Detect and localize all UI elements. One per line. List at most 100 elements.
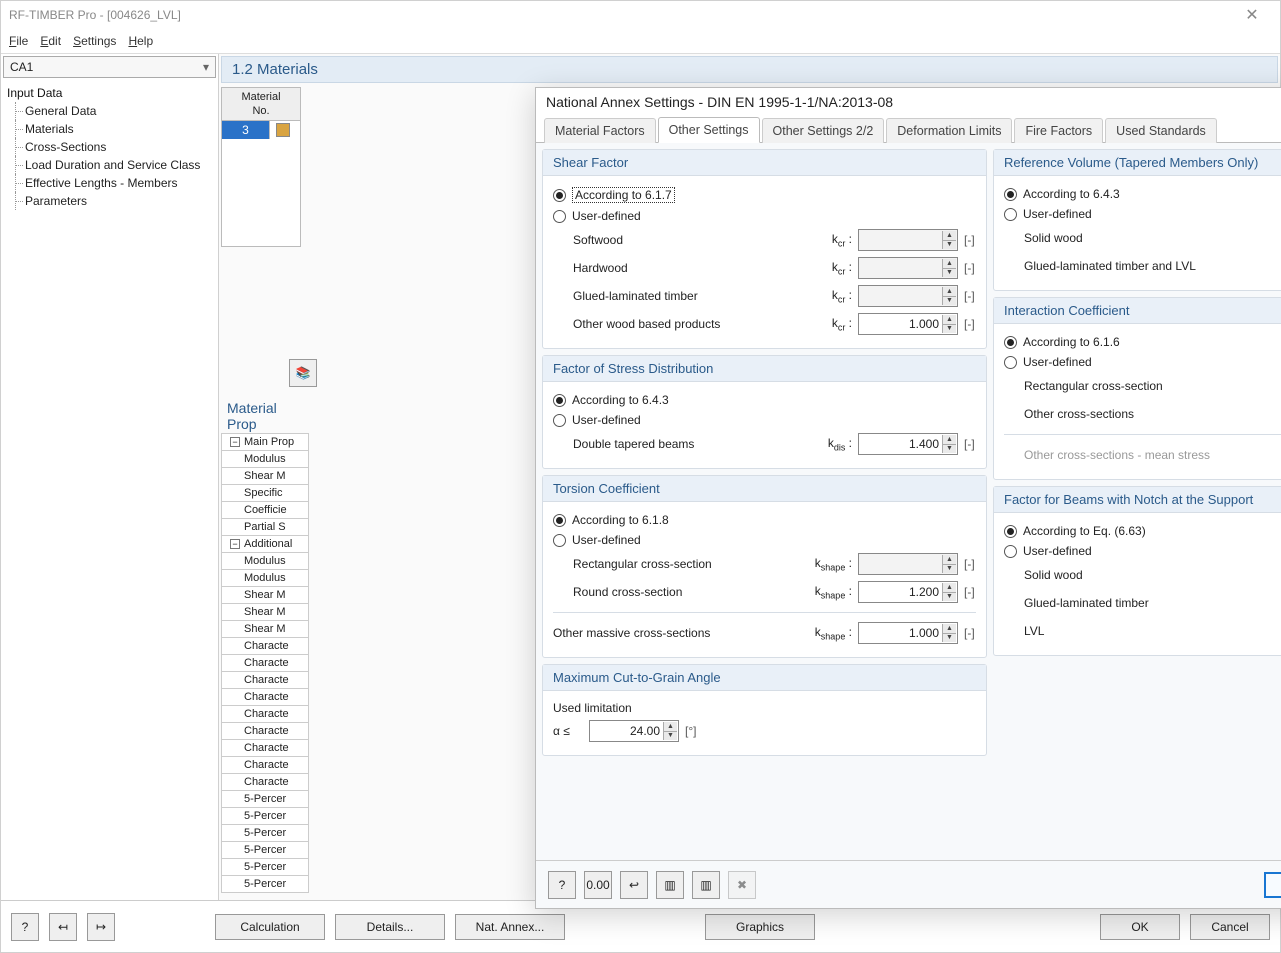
prop-row[interactable]: 5-Percer: [221, 824, 309, 842]
radio-icon: [553, 210, 566, 223]
radio-according-643[interactable]: According to 6.4.3: [1004, 184, 1281, 204]
prop-row[interactable]: −Main Prop: [221, 433, 309, 451]
dialog-tabs: Material Factors Other Settings Other Se…: [536, 116, 1281, 143]
prop-row[interactable]: Partial S: [221, 518, 309, 536]
prop-row[interactable]: 5-Percer: [221, 790, 309, 808]
input-kcr-glulam[interactable]: ▲▼: [858, 285, 958, 307]
forward-icon[interactable]: ↦: [87, 913, 115, 941]
graphics-button[interactable]: Graphics: [705, 914, 815, 940]
radio-icon: [1004, 545, 1017, 558]
group-title: Interaction Coefficient: [994, 298, 1281, 324]
color-swatch: [276, 123, 290, 137]
export-icon[interactable]: ▥: [692, 871, 720, 899]
help-icon[interactable]: ?: [11, 913, 39, 941]
prop-row[interactable]: Modulus: [221, 569, 309, 587]
radio-user-defined[interactable]: User-defined: [1004, 204, 1281, 224]
prop-row[interactable]: Characte: [221, 637, 309, 655]
delete-icon[interactable]: ✖: [728, 871, 756, 899]
prop-row[interactable]: Characte: [221, 756, 309, 774]
units-icon[interactable]: 0.00: [584, 871, 612, 899]
prop-row[interactable]: Shear M: [221, 603, 309, 621]
tree-root[interactable]: Input Data: [7, 84, 212, 102]
tab-deformation-limits[interactable]: Deformation Limits: [886, 118, 1012, 143]
prop-row[interactable]: Characte: [221, 705, 309, 723]
tree-item[interactable]: Effective Lengths - Members: [7, 174, 212, 192]
group-title: Maximum Cut-to-Grain Angle: [543, 665, 986, 691]
case-selector[interactable]: CA1: [3, 56, 216, 78]
case-selector-label: CA1: [10, 60, 33, 74]
input-kshape-other[interactable]: 1.000▲▼: [858, 622, 958, 644]
app-window: RF-TIMBER Pro - [004626_LVL] ✕ File Edit…: [0, 0, 1281, 953]
prop-row[interactable]: 5-Percer: [221, 858, 309, 876]
radio-according-618[interactable]: According to 6.1.8: [553, 510, 976, 530]
radio-according-617[interactable]: According to 6.1.7: [553, 184, 976, 206]
back-icon[interactable]: ↤: [49, 913, 77, 941]
tab-other-settings[interactable]: Other Settings: [658, 117, 760, 143]
label-other-products: Other wood based products: [553, 317, 798, 331]
nat-annex-button[interactable]: Nat. Annex...: [455, 914, 565, 940]
radio-user-defined[interactable]: User-defined: [553, 530, 976, 550]
sym-kcr: kcr :: [798, 232, 858, 248]
radio-according-eq663[interactable]: According to Eq. (6.63): [1004, 521, 1281, 541]
tab-used-standards[interactable]: Used Standards: [1105, 118, 1217, 143]
ok-button[interactable]: OK: [1264, 872, 1281, 898]
help-icon[interactable]: ?: [548, 871, 576, 899]
prop-row[interactable]: Modulus: [221, 450, 309, 468]
table-row[interactable]: 3: [222, 121, 300, 139]
material-grid[interactable]: MaterialNo. 3: [221, 87, 301, 247]
prop-row[interactable]: 5-Percer: [221, 807, 309, 825]
tree-item[interactable]: General Data: [7, 102, 212, 120]
prop-row[interactable]: 5-Percer: [221, 875, 309, 893]
tab-material-factors[interactable]: Material Factors: [544, 118, 656, 143]
prop-row[interactable]: Characte: [221, 654, 309, 672]
menu-file[interactable]: File: [9, 34, 28, 48]
details-button[interactable]: Details...: [335, 914, 445, 940]
input-kshape-round[interactable]: 1.200▲▼: [858, 581, 958, 603]
tab-fire-factors[interactable]: Fire Factors: [1014, 118, 1103, 143]
radio-user-defined[interactable]: User-defined: [1004, 541, 1281, 561]
radio-according-643[interactable]: According to 6.4.3: [553, 390, 976, 410]
menu-help[interactable]: Help: [128, 34, 153, 48]
tree-item[interactable]: Load Duration and Service Class: [7, 156, 212, 174]
tree-item[interactable]: Parameters: [7, 192, 212, 210]
cancel-button[interactable]: Cancel: [1190, 914, 1270, 940]
prop-row[interactable]: Coefficie: [221, 501, 309, 519]
menu-edit[interactable]: Edit: [40, 34, 61, 48]
calculation-button[interactable]: Calculation: [215, 914, 325, 940]
prop-row[interactable]: Modulus: [221, 552, 309, 570]
input-kcr-hardwood[interactable]: ▲▼: [858, 257, 958, 279]
input-kdis[interactable]: 1.400▲▼: [858, 433, 958, 455]
radio-user-defined[interactable]: User-defined: [1004, 352, 1281, 372]
prop-row[interactable]: Characte: [221, 671, 309, 689]
prop-row[interactable]: Characte: [221, 773, 309, 791]
prop-row[interactable]: Characte: [221, 739, 309, 757]
import-icon[interactable]: ▥: [656, 871, 684, 899]
prop-row[interactable]: Characte: [221, 722, 309, 740]
library-icon[interactable]: 📚: [289, 359, 317, 387]
input-kshape-rect[interactable]: ▲▼: [858, 553, 958, 575]
menu-settings[interactable]: Settings: [73, 34, 116, 48]
prop-row[interactable]: Specific: [221, 484, 309, 502]
tab-other-settings-2[interactable]: Other Settings 2/2: [762, 118, 885, 143]
input-kcr-softwood[interactable]: ▲▼: [858, 229, 958, 251]
prop-row[interactable]: Characte: [221, 688, 309, 706]
prop-row[interactable]: 5-Percer: [221, 841, 309, 859]
prop-row[interactable]: Shear M: [221, 620, 309, 638]
prop-row[interactable]: Shear M: [221, 586, 309, 604]
ok-button[interactable]: OK: [1100, 914, 1180, 940]
group-stress-distribution: Factor of Stress Distribution According …: [542, 355, 987, 469]
input-alpha[interactable]: 24.00▲▼: [589, 720, 679, 742]
radio-user-defined[interactable]: User-defined: [553, 410, 976, 430]
tree-item[interactable]: Materials: [7, 120, 212, 138]
radio-according-616[interactable]: According to 6.1.6: [1004, 332, 1281, 352]
group-shear-factor: Shear Factor According to 6.1.7 User-def…: [542, 149, 987, 349]
tree-item[interactable]: Cross-Sections: [7, 138, 212, 156]
prop-row[interactable]: Shear M: [221, 467, 309, 485]
prop-row[interactable]: −Additional: [221, 535, 309, 553]
input-kcr-other[interactable]: 1.000▲▼: [858, 313, 958, 335]
close-icon[interactable]: ✕: [1232, 1, 1272, 29]
radio-user-defined[interactable]: User-defined: [553, 206, 976, 226]
reset-icon[interactable]: ↩: [620, 871, 648, 899]
dialog-title: National Annex Settings - DIN EN 1995-1-…: [546, 94, 1281, 110]
label-hardwood: Hardwood: [553, 261, 798, 275]
